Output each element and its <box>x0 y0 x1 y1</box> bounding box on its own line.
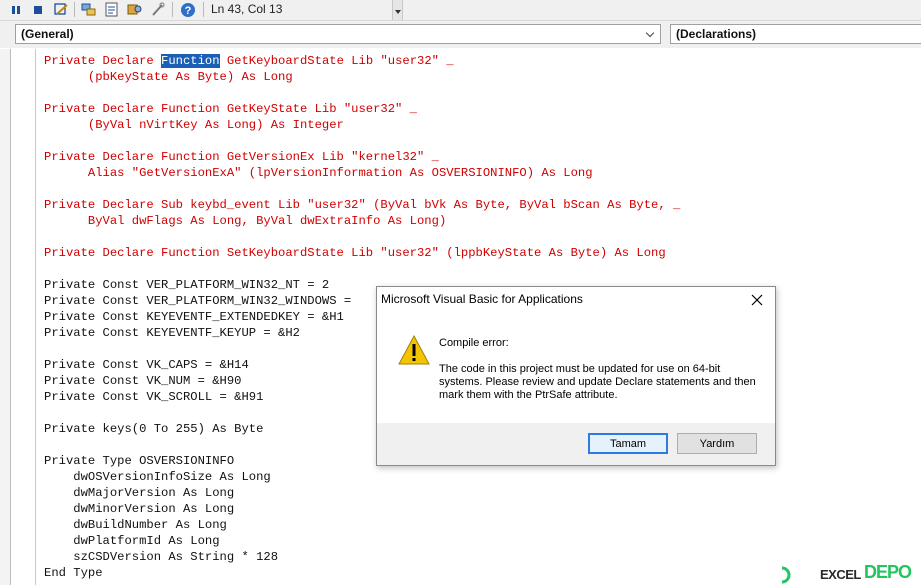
toolbar-separator <box>172 2 173 17</box>
margin-indicator-bar <box>35 49 36 585</box>
procedure-combo[interactable]: (Declarations) <box>670 24 921 44</box>
code-line: Private Declare Function GetKeyboardStat… <box>44 53 454 69</box>
code-line: dwMinorVersion As Long <box>44 502 235 516</box>
code-line: Private Const KEYEVENTF_KEYUP = &H2 <box>44 326 300 340</box>
warning-icon <box>397 334 431 366</box>
project-explorer-icon[interactable] <box>81 2 97 17</box>
code-line: Private keys(0 To 255) As Byte <box>44 422 264 436</box>
code-line: dwOSVersionInfoSize As Long <box>44 470 271 484</box>
code-line: dwPlatformId As Long <box>44 534 220 548</box>
dialog-title: Microsoft Visual Basic for Applications <box>381 292 583 306</box>
toolbox-icon[interactable] <box>150 2 166 17</box>
code-line: Private Const VK_SCROLL = &H91 <box>44 390 264 404</box>
compile-error-dialog: Microsoft Visual Basic for Applications … <box>376 286 776 466</box>
selected-text: Function <box>161 54 220 68</box>
code-line: (pbKeyState As Byte) As Long <box>44 70 293 84</box>
code-line: dwBuildNumber As Long <box>44 518 227 532</box>
cursor-position: Ln 43, Col 13 <box>211 2 283 16</box>
code-line: Private Const VK_NUM = &H90 <box>44 374 242 388</box>
code-text: GetKeyboardState Lib "user32" _ <box>219 54 454 68</box>
code-line: Private Const KEYEVENTF_EXTENDEDKEY = &H… <box>44 310 344 324</box>
properties-icon[interactable] <box>104 2 120 17</box>
chevron-down-icon[interactable] <box>642 25 660 43</box>
object-combo[interactable]: (General) <box>15 24 661 44</box>
toolbar-overflow-chevron[interactable] <box>392 0 403 20</box>
watermark-brand: DEPO <box>864 562 912 582</box>
ok-button[interactable]: Tamam <box>588 433 668 454</box>
code-window-left-strip <box>0 49 10 585</box>
object-browser-icon[interactable] <box>127 2 143 17</box>
design-mode-icon[interactable] <box>53 2 69 17</box>
toolbar: ? Ln 43, Col 13 <box>0 0 921 21</box>
dialog-message: The code in this project must be updated… <box>439 363 756 401</box>
code-line: Private Type OSVERSIONINFO <box>44 454 235 468</box>
code-line: Private Const VK_CAPS = &H14 <box>44 358 249 372</box>
code-line: End Type <box>44 566 103 580</box>
dialog-title-bar[interactable]: Microsoft Visual Basic for Applications <box>377 287 775 313</box>
close-icon[interactable] <box>743 290 771 310</box>
code-line: dwMajorVersion As Long <box>44 486 235 500</box>
code-line: Private Declare Function GetVersionEx Li… <box>44 150 439 164</box>
code-line: Private Declare Function SetKeyboardStat… <box>44 246 666 260</box>
code-window-header: (General) (Declarations) <box>0 21 921 48</box>
code-line: Private Declare Function GetKeyState Lib… <box>44 102 417 116</box>
code-line: szCSDVersion As String * 128 <box>44 550 279 564</box>
stop-icon[interactable] <box>30 2 46 17</box>
object-combo-value: (General) <box>21 27 74 41</box>
procedure-combo-value: (Declarations) <box>676 27 757 41</box>
excel-depo-watermark: EXCEL DEPO <box>778 562 921 585</box>
code-line: Private Const VER_PLATFORM_WIN32_NT = 2 <box>44 278 330 292</box>
code-line: Private Declare Sub keybd_event Lib "use… <box>44 198 681 212</box>
dialog-body: Compile error: The code in this project … <box>377 313 775 423</box>
watermark-text: EXCEL <box>820 567 861 582</box>
svg-text:?: ? <box>185 5 192 17</box>
toolbar-separator <box>203 2 204 17</box>
code-line: (ByVal nVirtKey As Long) As Integer <box>44 118 344 132</box>
pause-icon[interactable] <box>8 2 24 17</box>
dialog-heading: Compile error: <box>439 337 509 349</box>
logo-icon <box>781 566 791 584</box>
code-text: Private Declare <box>44 54 162 68</box>
toolbar-separator <box>74 2 75 17</box>
help-button[interactable]: Yardım <box>677 433 757 454</box>
code-line: Alias "GetVersionExA" (lpVersionInformat… <box>44 166 593 180</box>
help-icon[interactable]: ? <box>180 2 196 17</box>
code-line: Private Const VER_PLATFORM_WIN32_WINDOWS… <box>44 294 352 308</box>
code-line: ByVal dwFlags As Long, ByVal dwExtraInfo… <box>44 214 447 228</box>
